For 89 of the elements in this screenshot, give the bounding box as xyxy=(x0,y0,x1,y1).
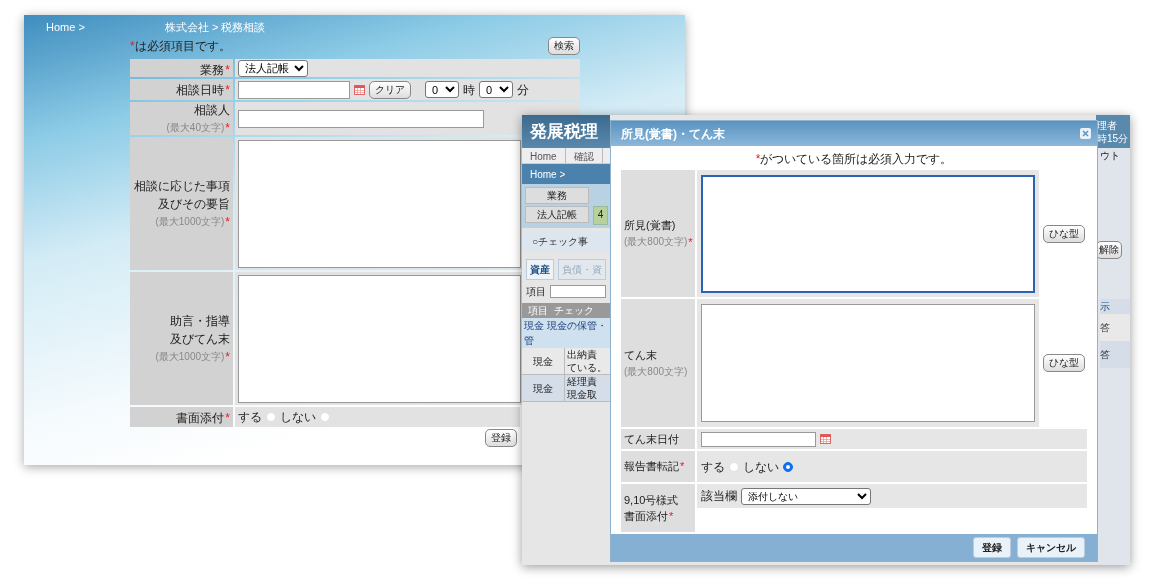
field-label: てん末日付 xyxy=(624,431,679,447)
unit-label: 時 xyxy=(463,81,475,99)
hint-text: (最大1000文字) xyxy=(155,350,225,364)
table-cell-text: 経理責 xyxy=(567,375,598,388)
field-label: 助言・指導 xyxy=(170,312,230,330)
nav-link[interactable]: 確認 xyxy=(565,148,603,163)
column-header: 項目 xyxy=(528,304,548,318)
calendar-icon[interactable] xyxy=(820,434,831,444)
hint-text: (最大800文字) xyxy=(624,235,688,250)
required-mark: * xyxy=(680,459,685,475)
search-field[interactable] xyxy=(550,285,606,298)
table-cell: ている。 xyxy=(567,361,608,374)
unit-label: 分 xyxy=(517,81,529,99)
field-label: 相談に応じた事項 xyxy=(134,177,230,195)
required-mark: * xyxy=(225,119,230,137)
table-cell-text: 現金 xyxy=(532,381,554,396)
register-button[interactable]: 登録 xyxy=(973,537,1011,558)
field-label: 及びその要旨 xyxy=(158,195,230,213)
filter-value: 法人記帳 xyxy=(525,206,589,223)
required-mark: * xyxy=(225,213,230,231)
breadcrumb-text: Home > xyxy=(46,20,85,35)
hint-text: (最大800文字) xyxy=(624,364,688,379)
radio-button[interactable] xyxy=(783,461,793,472)
text-area[interactable] xyxy=(701,304,1035,422)
dialog-title: 所見(覚書)・てん末 xyxy=(621,125,725,143)
hint-text: (最大40文字) xyxy=(166,121,225,135)
option-label: する xyxy=(701,458,725,476)
text-area[interactable] xyxy=(238,274,521,403)
field-label: 報告書転記 xyxy=(624,459,679,475)
release-button[interactable]: 解除 xyxy=(1096,241,1122,259)
table-cell-text: 現金 xyxy=(532,354,554,369)
field-label: 書面添付 xyxy=(176,410,225,427)
date-field[interactable] xyxy=(701,431,816,447)
option-label: しない xyxy=(280,409,316,426)
register-button[interactable]: 登録 xyxy=(485,429,517,447)
field-label: 書面添付 xyxy=(624,509,668,524)
template-button[interactable]: ひな型 xyxy=(1043,224,1085,243)
table-cell-text: 現金取 xyxy=(567,388,598,401)
text-area[interactable] xyxy=(238,139,521,268)
column-header: チェック xyxy=(554,304,594,318)
nav-link[interactable]: ウト xyxy=(1096,148,1130,163)
search-button[interactable]: 検索 xyxy=(548,37,580,55)
group-row: 現金 現金の保管・管 xyxy=(522,318,610,348)
date-field[interactable] xyxy=(238,80,350,99)
field-label: 所見(覚書) xyxy=(624,218,676,233)
required-mark: * xyxy=(669,509,674,524)
select-field[interactable]: 法人記帳 xyxy=(238,59,308,77)
cancel-button[interactable]: キャンセル xyxy=(1017,537,1085,558)
field-label: 業務 xyxy=(200,62,225,79)
hint-text: (最大1000文字) xyxy=(155,215,225,229)
select-field[interactable]: 0 xyxy=(425,81,459,98)
close-icon[interactable] xyxy=(1080,128,1091,139)
required-mark: * xyxy=(225,82,230,99)
required-mark: * xyxy=(225,410,230,427)
column-heading: 業務 xyxy=(525,187,589,204)
field-label: 相談日時 xyxy=(176,82,225,99)
tab[interactable]: 資産 xyxy=(526,259,554,280)
calendar-icon[interactable] xyxy=(354,84,365,95)
table-cell: 答 xyxy=(1100,314,1130,341)
check-toggle[interactable]: ○チェック事 xyxy=(522,231,610,252)
template-button[interactable]: ひな型 xyxy=(1043,354,1085,372)
select-field[interactable]: 0 xyxy=(479,81,513,98)
text-area[interactable] xyxy=(701,174,1035,293)
field-label: 9,10号様式 xyxy=(624,492,679,508)
header-info: 時15分 xyxy=(1097,132,1130,145)
table-cell: 答 xyxy=(1100,341,1130,368)
nav-link[interactable]: Home xyxy=(522,148,566,163)
field-label: 相談人 xyxy=(194,101,230,119)
app-title: 発展税理 xyxy=(522,115,610,148)
required-note: *は必須項目です。 xyxy=(130,38,231,55)
breadcrumb-text: 株式会社 > 税務相談 xyxy=(164,20,266,35)
option-label: する xyxy=(238,409,262,426)
field-label: 該当欄 xyxy=(701,488,737,505)
count-cell: 4 xyxy=(593,206,608,225)
search-label: 項目 xyxy=(526,285,546,299)
header-info: 理者 xyxy=(1097,119,1118,132)
required-mark: * xyxy=(225,62,230,79)
clear-button[interactable]: クリア xyxy=(369,80,411,99)
field-label: てん末 xyxy=(624,348,657,364)
text-field[interactable] xyxy=(238,109,484,128)
required-mark: * xyxy=(225,348,230,366)
field-label: 及びてん末 xyxy=(170,330,230,348)
required-note: *がついている箇所は必須入力です。 xyxy=(754,151,954,168)
breadcrumb-text: Home > xyxy=(522,164,610,184)
select-field[interactable]: 添付しない xyxy=(741,487,871,505)
table-cell: 示 xyxy=(1100,299,1130,314)
table-cell-text: 出納責 xyxy=(567,348,598,361)
option-label: しない xyxy=(743,458,779,476)
required-mark: * xyxy=(688,234,693,250)
